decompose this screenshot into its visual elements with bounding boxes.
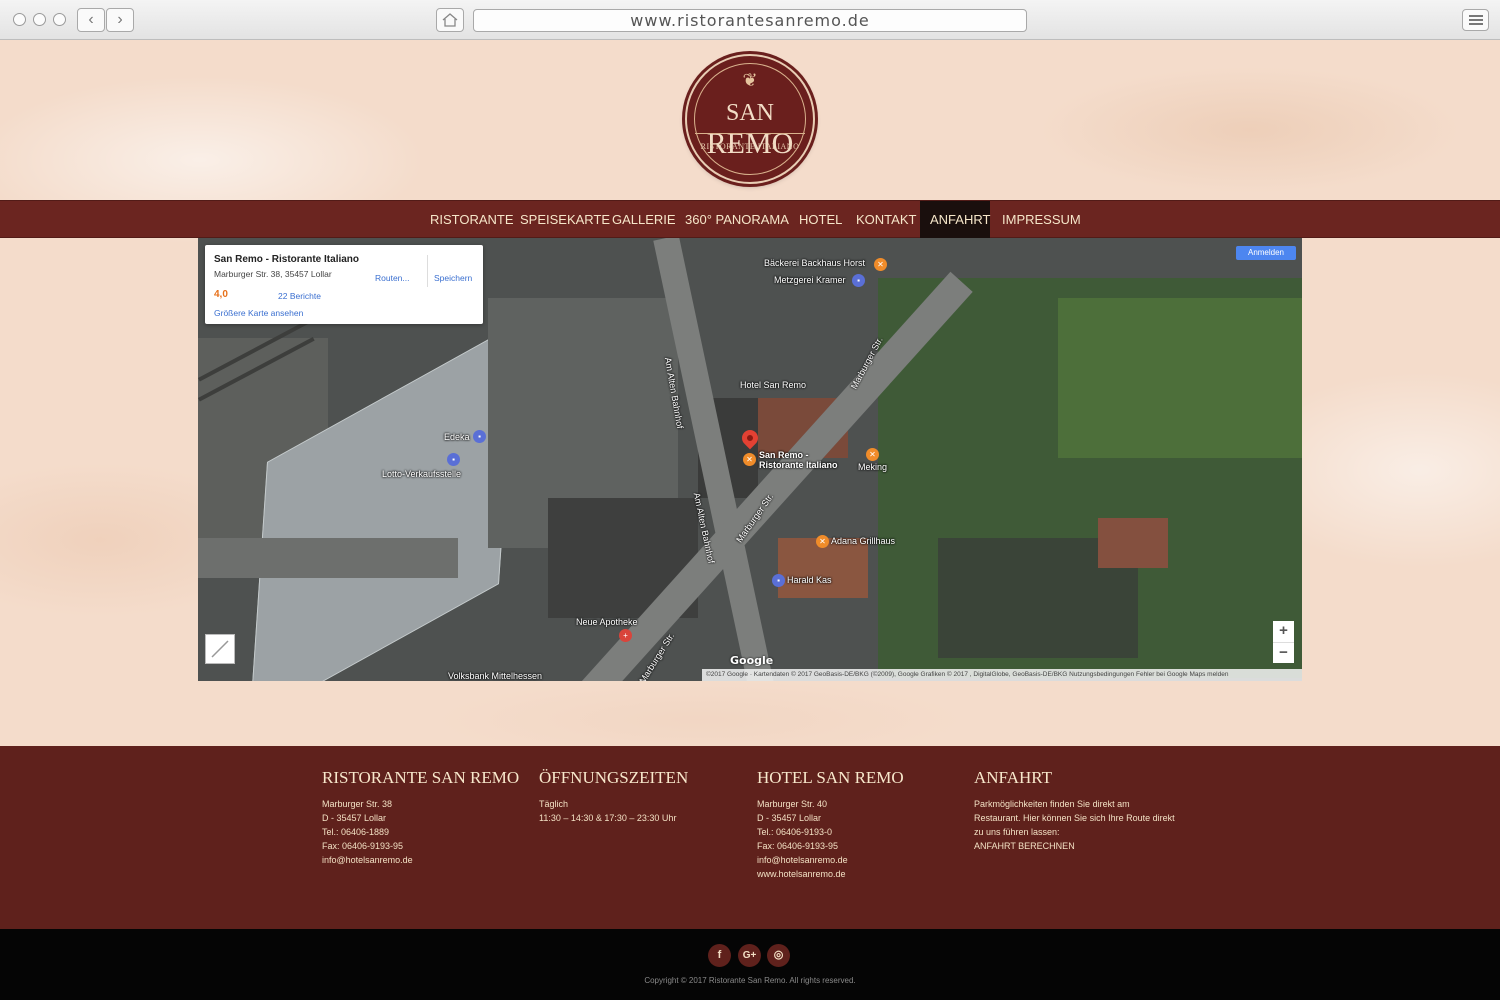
shop-icon: ▪ (447, 453, 460, 466)
copyright: Copyright © 2017 Ristorante San Remo. Al… (644, 976, 856, 985)
footer-website-link[interactable]: www.hotelsanremo.de (757, 867, 904, 881)
shop-icon: ▪ (772, 574, 785, 587)
map-label-san-remo-2: Ristorante Italiano (759, 460, 838, 470)
logo-name: SAN REMO (687, 100, 813, 161)
main-navigation: RISTORANTE SPEISEKARTE GALLERIE 360° PAN… (0, 200, 1500, 238)
map-label-adana: Adana Grillhaus (831, 536, 896, 546)
map-label-volksbank: Volksbank Mittelhessen (448, 671, 543, 681)
reviews-link[interactable]: 22 Berichte (278, 291, 321, 301)
map-road-lower (198, 538, 458, 578)
browser-menu-icon[interactable] (1462, 9, 1489, 31)
nav-anfahrt[interactable]: ANFAHRT (920, 201, 990, 238)
logo-divider (695, 133, 805, 134)
nav-impressum[interactable]: IMPRESSUM (992, 201, 1091, 238)
page: ❦ SAN REMO RISTORANTE ITALIANO RISTORANT… (0, 40, 1500, 1000)
footer-line: Täglich (539, 799, 569, 809)
footer-line: Marburger Str. 38 (322, 799, 393, 809)
footer-hotel: HOTEL SAN REMO Marburger Str. 40 D - 354… (757, 768, 904, 881)
footer: RISTORANTE SAN REMO Marburger Str. 38 D … (0, 746, 1500, 929)
card-divider (427, 255, 428, 287)
map-label-edeka: Edeka (444, 432, 470, 442)
bottom-bar: f G+ ◎ Copyright © 2017 Ristorante San R… (0, 929, 1500, 1000)
chevron-left-icon[interactable]: ‹ (77, 8, 105, 32)
footer-line: zu uns führen lassen: (974, 827, 1060, 837)
footer-hours: ÖFFNUNGSZEITEN Täglich 11:30 – 14:30 & 1… (539, 768, 688, 825)
footer-ristorante: RISTORANTE SAN REMO Marburger Str. 38 D … (322, 768, 519, 867)
larger-map-link[interactable]: Größere Karte ansehen (214, 308, 303, 318)
address-bar[interactable]: www.ristorantesanremo.de (473, 9, 1027, 32)
cart-icon: ▪ (473, 430, 486, 443)
footer-anfahrt-title: ANFAHRT (974, 768, 1053, 787)
maximize-window-icon[interactable] (53, 13, 66, 26)
footer-line: D - 35457 Lollar (322, 813, 387, 823)
nav-360-panorama[interactable]: 360° PANORAMA (675, 201, 799, 238)
street-view-button[interactable] (205, 634, 235, 664)
nav-hotel[interactable]: HOTEL (789, 201, 852, 238)
nav-kontakt[interactable]: KONTAKT (846, 201, 926, 238)
logo-name-first: SAN (725, 100, 774, 126)
footer-hours-title: ÖFFNUNGSZEITEN (539, 768, 689, 787)
restaurant-icon: ✕ (816, 535, 829, 548)
logo-ornament: ❦ (742, 70, 758, 91)
map-label-harald: Harald Kas (787, 575, 832, 585)
zoom-out-button[interactable]: − (1273, 642, 1294, 663)
bakery-icon: ✕ (874, 258, 887, 271)
route-calculate-link[interactable]: ANFAHRT BERECHNEN (974, 839, 1175, 853)
place-info-card: San Remo - Ristorante Italiano Marburger… (205, 245, 483, 324)
facebook-icon[interactable]: f (708, 944, 731, 967)
google-plus-icon[interactable]: G+ (738, 944, 761, 967)
restaurant-icon: ✕ (743, 453, 756, 466)
save-link[interactable]: Speichern (434, 273, 472, 283)
map-label-backhaus: Bäckerei Backhaus Horst (764, 258, 866, 268)
pharmacy-icon: + (619, 629, 632, 642)
footer-email-link[interactable]: info@hotelsanremo.de (322, 853, 519, 867)
zoom-in-button[interactable]: + (1273, 621, 1294, 642)
footer-line: 11:30 – 14:30 & 17:30 – 23:30 Uhr (539, 813, 677, 823)
google-logo: Google (730, 654, 774, 667)
close-window-icon[interactable] (13, 13, 26, 26)
home-icon[interactable] (436, 8, 464, 32)
nav-gallerie[interactable]: GALLERIE (602, 201, 686, 238)
restaurant-icon: ✕ (866, 448, 879, 461)
directions-link[interactable]: Routen... (375, 273, 410, 283)
footer-line: Fax: 06406-9193-95 (322, 841, 404, 851)
browser-toolbar: ‹ › www.ristorantesanremo.de (0, 0, 1500, 40)
logo-subtitle: RISTORANTE ITALIANO (700, 142, 800, 151)
map-label-kramer: Metzgerei Kramer (774, 275, 846, 285)
footer-email-link[interactable]: info@hotelsanremo.de (757, 853, 904, 867)
san-remo-logo[interactable]: ❦ SAN REMO RISTORANTE ITALIANO (685, 54, 815, 184)
footer-line: Restaurant. Hier können Sie sich Ihre Ro… (974, 813, 1175, 823)
footer-line: Tel.: 06406-9193-0 (757, 827, 833, 837)
place-rating: 4,0 (214, 289, 228, 300)
map-label-apotheke: Neue Apotheke (576, 617, 638, 627)
footer-line: Fax: 06406-9193-95 (757, 841, 839, 851)
map-green-area (1058, 298, 1302, 458)
footer-line: Parkmöglichkeiten finden Sie direkt am (974, 799, 1130, 809)
google-map[interactable]: ✕ San Remo - Ristorante Italiano Bäckere… (198, 238, 1302, 681)
footer-anfahrt: ANFAHRT Parkmöglichkeiten finden Sie dir… (974, 768, 1175, 853)
map-roof-red (1098, 518, 1168, 568)
map-label-lotto: Lotto-Verkaufsstelle (382, 469, 462, 479)
nav-ristorante[interactable]: RISTORANTE (420, 201, 524, 238)
footer-line: D - 35457 Lollar (757, 813, 822, 823)
chevron-right-icon[interactable]: › (106, 8, 134, 32)
shop-icon: ▪ (852, 274, 865, 287)
tripadvisor-icon[interactable]: ◎ (767, 944, 790, 967)
map-label-meking: Meking (858, 462, 888, 472)
footer-line: Tel.: 06406-1889 (322, 827, 390, 837)
signin-button[interactable]: Anmelden (1236, 246, 1296, 260)
map-label-san-remo: San Remo - (759, 450, 809, 460)
footer-ristorante-title: RISTORANTE SAN REMO (322, 768, 520, 787)
place-address: Marburger Str. 38, 35457 Lollar (214, 269, 332, 279)
map-attribution: ©2017 Google · Kartendaten © 2017 GeoBas… (702, 669, 1302, 681)
footer-hotel-title: HOTEL SAN REMO (757, 768, 904, 787)
place-title: San Remo - Ristorante Italiano (214, 254, 360, 265)
map-label-hotel: Hotel San Remo (740, 380, 807, 390)
footer-line: Marburger Str. 40 (757, 799, 828, 809)
minimize-window-icon[interactable] (33, 13, 46, 26)
